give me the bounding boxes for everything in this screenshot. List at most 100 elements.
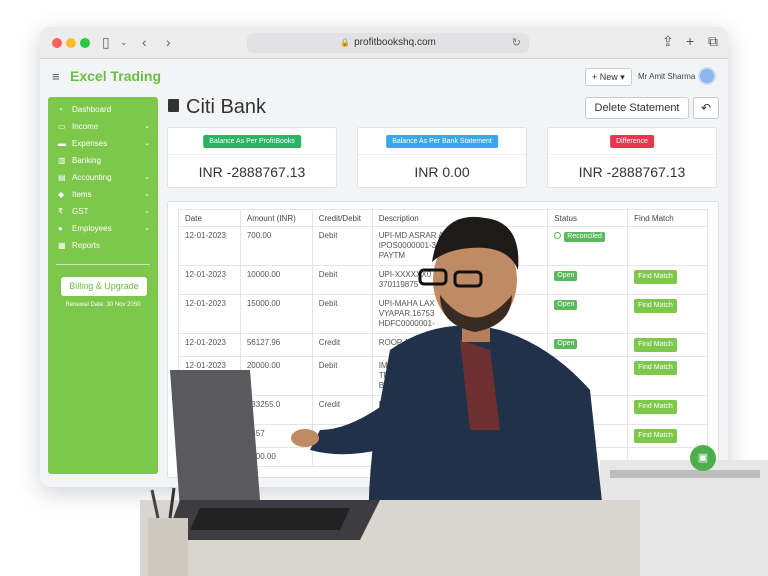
column-header: Amount (INR) (239, 209, 313, 227)
find-match-button[interactable]: Find Match (634, 299, 677, 313)
address-bar[interactable]: 🔒 profitbookshq.com ↻ (247, 33, 529, 53)
keyboard-keys (190, 508, 350, 530)
find-match-cell: Find Match (627, 265, 708, 295)
sidebar-toggle-icon[interactable]: ▯ (102, 34, 110, 51)
table-row: 133255.0 Credit NEFT CR-ICICO MULTITEK Find… (178, 395, 708, 425)
items-icon: ◆ (58, 190, 65, 199)
type-cell: Debit (311, 265, 373, 295)
amount-cell: 56127.96 (239, 333, 313, 357)
banking-icon: ▥ (58, 156, 66, 165)
reconciled-icon (554, 232, 562, 239)
pen-shape (168, 487, 176, 519)
column-header: Description (371, 209, 549, 227)
transactions-table-card: Date Amount (INR) Credit/Debit Descripti… (167, 201, 719, 478)
date-cell: 12-01-2023 (178, 294, 241, 334)
amount-cell: 15000.00 (239, 294, 313, 334)
card-amount: INR -2888767.13 (578, 164, 686, 180)
type-cell: Debit (311, 356, 373, 396)
delete-statement-button[interactable]: Delete Statement (585, 97, 689, 119)
type-cell (311, 447, 373, 467)
date-cell (178, 424, 241, 448)
user-name[interactable]: Mr Amit Sharma (638, 72, 695, 81)
table-row: 12-01-2023 10000.00 Debit UPI-XXXXXX0 37011… (178, 265, 708, 295)
close-window-button[interactable] (52, 38, 62, 48)
accounting-icon: ▤ (58, 173, 66, 182)
table-row: 5000.00 (178, 447, 708, 467)
back-nav-icon[interactable]: ‹ (142, 34, 147, 50)
sidebar-item-employees[interactable]: ● Employees ⌄ (48, 220, 158, 237)
page-title: Citi Bank (186, 96, 267, 118)
difference-card: Difference INR -2888767.13 (547, 127, 717, 188)
status-cell: Open (547, 294, 629, 334)
table-row: 12-01-2023 20000.00 Debit IMPS-333518100263… (178, 356, 708, 396)
status-cell (547, 356, 629, 396)
brand-name: Excel Trading (70, 68, 162, 84)
status-badge: Balance As Per ProfitBooks (203, 135, 301, 148)
sidebar-item-reports[interactable]: ▦ Reports (48, 237, 158, 254)
url-text: profitbookshq.com (354, 37, 436, 48)
table-row: 12-01-2023 15000.00 Debit UPI-MAHA LAX VYAP… (178, 294, 708, 334)
description-cell: UPI-XXXXXX0 370119875 (371, 265, 549, 295)
amount-cell: 700.00 (239, 226, 313, 266)
sidebar-item-income[interactable]: ▭ Income ⌄ (48, 118, 158, 135)
description-cell: UPI-MAHA LAX VYAPAR.16753 HDFC0000001- (371, 294, 549, 334)
chevron-down-icon[interactable]: ⌄ (120, 37, 128, 48)
sidebar: ◔ Dashboard ▭ Income ⌄ ▬ Expenses ⌄ ▥ Banking … (48, 97, 158, 474)
status-cell: Open (547, 265, 629, 295)
column-header: Credit/Debit (311, 209, 373, 227)
new-button[interactable]: + New ▾ (585, 68, 632, 86)
sidebar-item-label: GST (72, 207, 89, 216)
transactions-table: Date Amount (INR) Credit/Debit Descripti… (178, 209, 708, 467)
share-icon[interactable]: ⇪ (662, 33, 674, 50)
type-cell: Credit (311, 333, 373, 357)
status-cell (547, 424, 629, 448)
find-match-button[interactable]: Find Match (634, 429, 677, 443)
description-cell: IMPS (371, 424, 549, 448)
sidebar-item-accounting[interactable]: ▤ Accounting ⌄ (48, 169, 158, 186)
chevron-down-icon: ⌄ (144, 123, 150, 130)
sidebar-item-expenses[interactable]: ▬ Expenses ⌄ (48, 135, 158, 152)
status-badge: Open (554, 339, 578, 349)
description-cell (371, 447, 549, 467)
reload-icon[interactable]: ↻ (512, 33, 521, 53)
minimize-window-button[interactable] (66, 38, 76, 48)
sidebar-item-items[interactable]: ◆ Items ⌄ (48, 186, 158, 203)
dashboard-icon: ◔ (58, 105, 63, 114)
reports-icon: ▦ (58, 241, 66, 250)
sidebar-item-gst[interactable]: ₹ GST ⌄ (48, 203, 158, 220)
amount-cell: 5000.00 (239, 447, 313, 467)
status-badge: Open (554, 300, 578, 310)
status-badge: Open (554, 271, 578, 281)
forward-nav-icon[interactable]: › (166, 34, 171, 50)
avatar[interactable] (698, 67, 716, 85)
chat-icon[interactable]: ▣ (690, 445, 716, 471)
date-cell: 12-01-2023 (178, 333, 241, 357)
billing-upgrade-button[interactable]: Billing & Upgrade (61, 277, 147, 296)
maximize-window-button[interactable] (80, 38, 90, 48)
top-bar: ≡ Excel Trading + New ▾ Mr Amit Sharma (40, 59, 728, 93)
sidebar-item-label: Reports (72, 241, 101, 250)
find-match-button[interactable]: Find Match (634, 400, 677, 414)
find-match-button[interactable]: Find Match (634, 361, 677, 375)
new-tab-icon[interactable]: + (686, 33, 694, 49)
undo-icon[interactable]: ↶ (693, 97, 719, 119)
status-cell: Reconciled (547, 226, 629, 266)
divider (548, 154, 716, 155)
table-row: 12-01-2023 56127.96 Credit ROOP AUTOMOTI Ope… (178, 333, 708, 357)
find-match-button[interactable]: Find Match (634, 270, 677, 284)
find-match-button[interactable]: Find Match (634, 338, 677, 352)
chevron-down-icon: ⌄ (144, 140, 150, 147)
status-cell (547, 447, 629, 467)
rupee-icon: ₹ (58, 207, 64, 216)
find-match-cell: Find Match (627, 333, 708, 357)
table-row: 12-01-2023 700.00 Debit UPI-MD ASRAR A IPOS… (178, 226, 708, 266)
column-header: Status (547, 209, 629, 227)
desk-shape (140, 500, 640, 576)
description-cell: UPI-MD ASRAR A IPOS0000001-3 PAYTM (371, 226, 549, 266)
sidebar-item-dashboard[interactable]: ◔ Dashboard (48, 101, 158, 118)
tab-overview-icon[interactable]: ⧉ (708, 33, 718, 50)
card-amount: INR -2888767.13 (198, 164, 306, 180)
sidebar-item-banking[interactable]: ▥ Banking (48, 152, 158, 169)
menu-icon[interactable]: ≡ (52, 69, 60, 84)
chevron-down-icon: ⌄ (144, 174, 150, 181)
